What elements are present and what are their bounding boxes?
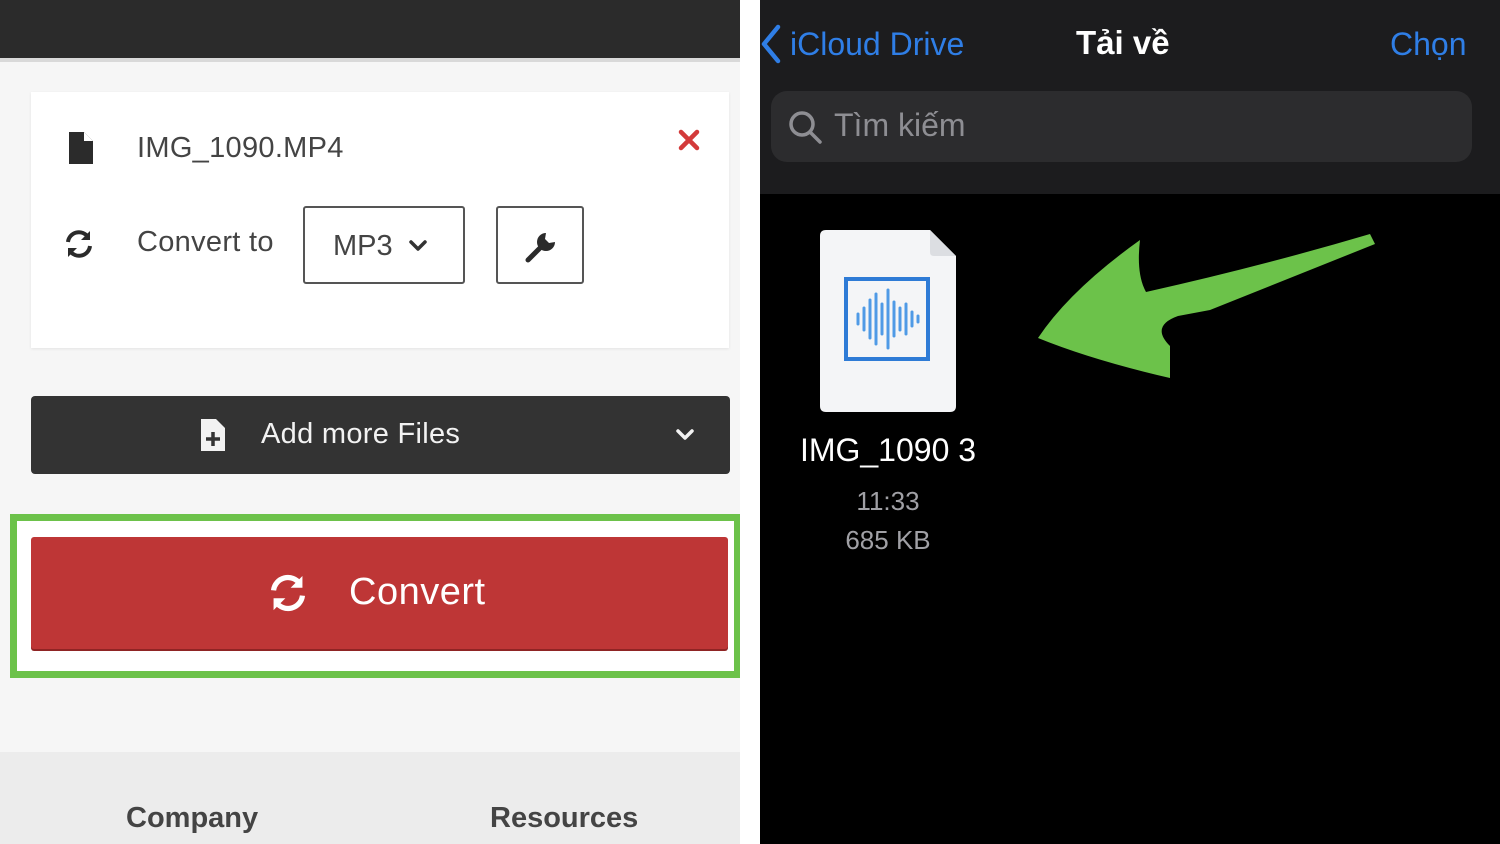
wrench-icon bbox=[525, 233, 555, 263]
search-placeholder: Tìm kiếm bbox=[834, 107, 966, 143]
nav-header: iCloud Drive Tải về Chọn Tìm kiếm bbox=[760, 0, 1500, 194]
search-input[interactable]: Tìm kiếm bbox=[771, 91, 1472, 162]
settings-button[interactable] bbox=[496, 206, 584, 284]
convert-button[interactable]: Convert bbox=[31, 537, 728, 649]
page-title: Tải về bbox=[1076, 24, 1170, 61]
footer-company-link[interactable]: Company bbox=[126, 802, 258, 835]
back-button[interactable]: iCloud Drive bbox=[790, 26, 964, 63]
converter-panel: IMG_1090.MP4 Convert to MP3 Add more Fil… bbox=[0, 0, 740, 844]
top-bar-divider bbox=[0, 58, 740, 62]
file-name-label: IMG_1090 3 bbox=[799, 432, 977, 468]
file-name: IMG_1090.MP4 bbox=[137, 132, 344, 164]
refresh-icon bbox=[270, 574, 306, 612]
chevron-down-icon bbox=[676, 429, 694, 440]
select-button[interactable]: Chọn bbox=[1390, 26, 1467, 63]
convert-label: Convert bbox=[349, 571, 486, 613]
audio-file-icon[interactable] bbox=[818, 228, 958, 414]
refresh-icon bbox=[66, 230, 92, 258]
panel-divider bbox=[740, 0, 760, 844]
add-more-files-label: Add more Files bbox=[261, 418, 461, 450]
format-value: MP3 bbox=[333, 230, 393, 262]
files-app-panel: iCloud Drive Tải về Chọn Tìm kiếm IMG_10… bbox=[760, 0, 1500, 844]
format-select[interactable]: MP3 bbox=[303, 206, 465, 284]
footer: Company Resources bbox=[0, 752, 740, 844]
file-icon bbox=[69, 132, 93, 164]
arrow-annotation bbox=[1038, 234, 1375, 378]
chevron-left-icon[interactable] bbox=[760, 24, 782, 64]
add-more-files-button[interactable]: Add more Files bbox=[31, 396, 730, 474]
footer-resources-link[interactable]: Resources bbox=[490, 802, 638, 835]
file-size: 685 KB bbox=[845, 525, 931, 555]
file-card: IMG_1090.MP4 Convert to MP3 bbox=[31, 92, 729, 348]
search-icon bbox=[789, 111, 822, 144]
top-bar bbox=[0, 0, 740, 58]
add-file-icon bbox=[201, 419, 225, 451]
chevron-down-icon bbox=[409, 240, 427, 251]
convert-to-label: Convert to bbox=[137, 226, 274, 258]
file-time: 11:33 bbox=[856, 486, 920, 516]
remove-icon[interactable] bbox=[677, 128, 701, 152]
